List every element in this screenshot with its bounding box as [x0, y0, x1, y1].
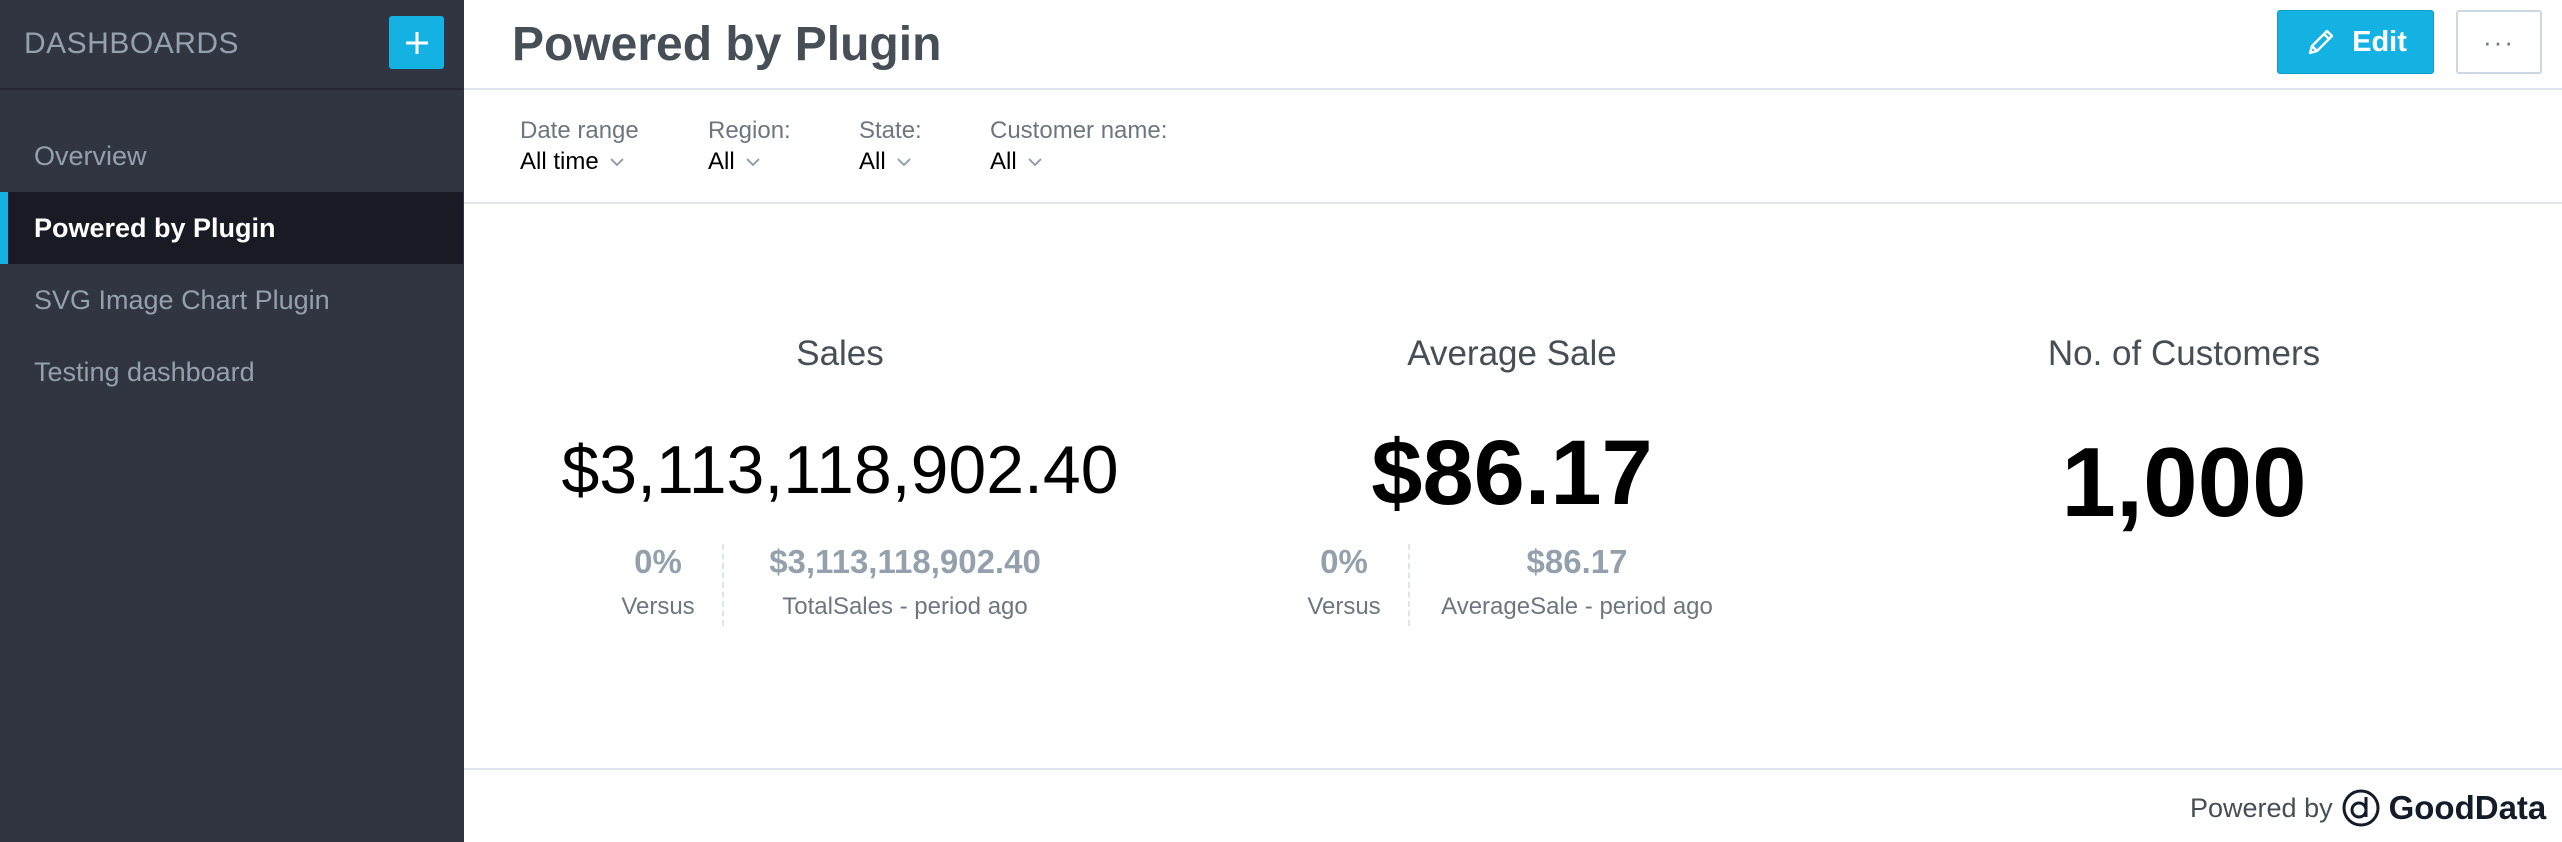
filter-label: State: [859, 117, 922, 144]
chevron-down-icon [745, 158, 760, 167]
filter-label: Date range [520, 117, 639, 144]
edit-button-label: Edit [2352, 25, 2407, 58]
kpi-value: 1,000 [2061, 427, 2307, 537]
sidebar-item-testing-dashboard[interactable]: Testing dashboard [0, 336, 463, 408]
compare-label: AverageSale - period ago [1441, 593, 1713, 620]
kpi-value: $3,113,118,902.40 [561, 432, 1119, 508]
kpi-title: No. of Customers [2047, 334, 2321, 373]
filter-region[interactable]: Region: All [708, 116, 791, 178]
gooddata-logo-icon [2342, 789, 2380, 827]
page-title: Powered by Plugin [512, 17, 942, 71]
compare-value: 0% [634, 543, 682, 580]
kpi-compare-period-ago: $86.17 AverageSale - period ago [1416, 543, 1738, 621]
filter-value: All [990, 148, 1017, 175]
filter-state[interactable]: State: All [859, 116, 922, 178]
compare-value: 0% [1320, 543, 1368, 580]
kpi-value: $86.17 [1371, 422, 1653, 524]
add-dashboard-button[interactable] [389, 16, 444, 69]
filter-bar: Date range All time Region: All State: A… [464, 92, 2562, 204]
compare-divider [1408, 544, 1410, 626]
compare-label: Versus [621, 593, 695, 620]
kpi-compare-versus: 0% Versus [578, 543, 738, 621]
sidebar-item-overview[interactable]: Overview [0, 120, 463, 192]
kpi-title: Sales [796, 334, 884, 373]
filter-value: All [708, 148, 735, 175]
powered-by-text: Powered by [2190, 792, 2333, 823]
compare-value: $3,113,118,902.40 [769, 543, 1041, 580]
compare-value: $86.17 [1526, 543, 1628, 580]
kpi-compare-versus: 0% Versus [1264, 543, 1424, 621]
chevron-down-icon [896, 158, 911, 167]
sidebar-item-powered-by-plugin[interactable]: Powered by Plugin [0, 192, 463, 264]
sidebar-title: DASHBOARDS [24, 27, 240, 60]
chevron-down-icon [609, 158, 624, 167]
compare-label: Versus [1307, 593, 1381, 620]
gooddata-brand: GoodData [2388, 789, 2547, 826]
filter-value: All [859, 148, 886, 175]
sidebar-header: DASHBOARDS [0, 0, 463, 90]
dashboard-header: Powered by Plugin Edit ··· [464, 0, 2562, 90]
edit-button[interactable]: Edit [2277, 10, 2434, 74]
filter-value: All time [520, 148, 599, 175]
filter-date-range[interactable]: Date range All time [520, 116, 639, 178]
plus-icon [405, 31, 428, 54]
sidebar-item-svg-image-chart-plugin[interactable]: SVG Image Chart Plugin [0, 264, 463, 336]
compare-divider [722, 544, 724, 626]
dashboard-list: Overview Powered by Plugin SVG Image Cha… [0, 120, 463, 408]
filter-label: Region: [708, 117, 791, 144]
kpi-compare-period-ago: $3,113,118,902.40 TotalSales - period ag… [730, 543, 1080, 621]
filter-customer-name[interactable]: Customer name: All [990, 116, 1167, 178]
dashboard-footer: Powered by GoodData [464, 768, 2562, 842]
sidebar: DASHBOARDS Overview Powered by Plugin SV… [0, 0, 464, 842]
kpi-title: Average Sale [1407, 334, 1617, 373]
filter-label: Customer name: [990, 117, 1168, 144]
powered-by-badge: Powered by GoodData [2190, 788, 2546, 828]
chevron-down-icon [1027, 158, 1042, 167]
pencil-icon [2308, 29, 2334, 55]
more-options-button[interactable]: ··· [2456, 10, 2542, 74]
compare-label: TotalSales - period ago [782, 593, 1028, 620]
